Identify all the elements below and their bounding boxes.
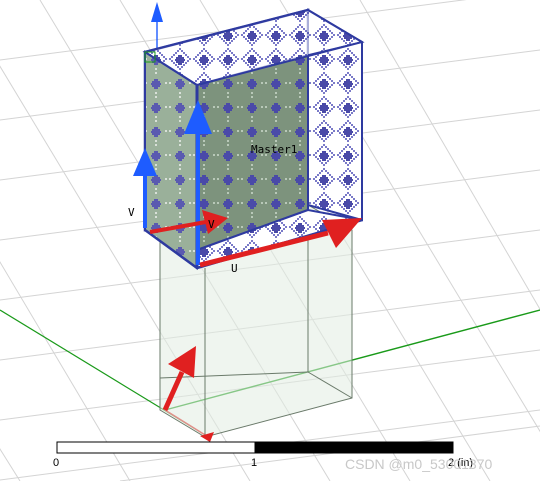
v-axis-label-2: V [208,218,215,231]
scale-tick-0: 0 [53,457,59,469]
z-axis-arrow [151,2,163,22]
v-axis-label: V [128,206,135,219]
3d-viewport[interactable]: Master1 V V U 0 1 2 (in) CSDN @m0_530013… [0,0,540,481]
u-axis-label: U [231,262,238,275]
watermark: CSDN @m0_53001370 [345,456,493,472]
scale-tick-1: 1 [251,457,257,469]
master-label: Master1 [251,143,297,156]
